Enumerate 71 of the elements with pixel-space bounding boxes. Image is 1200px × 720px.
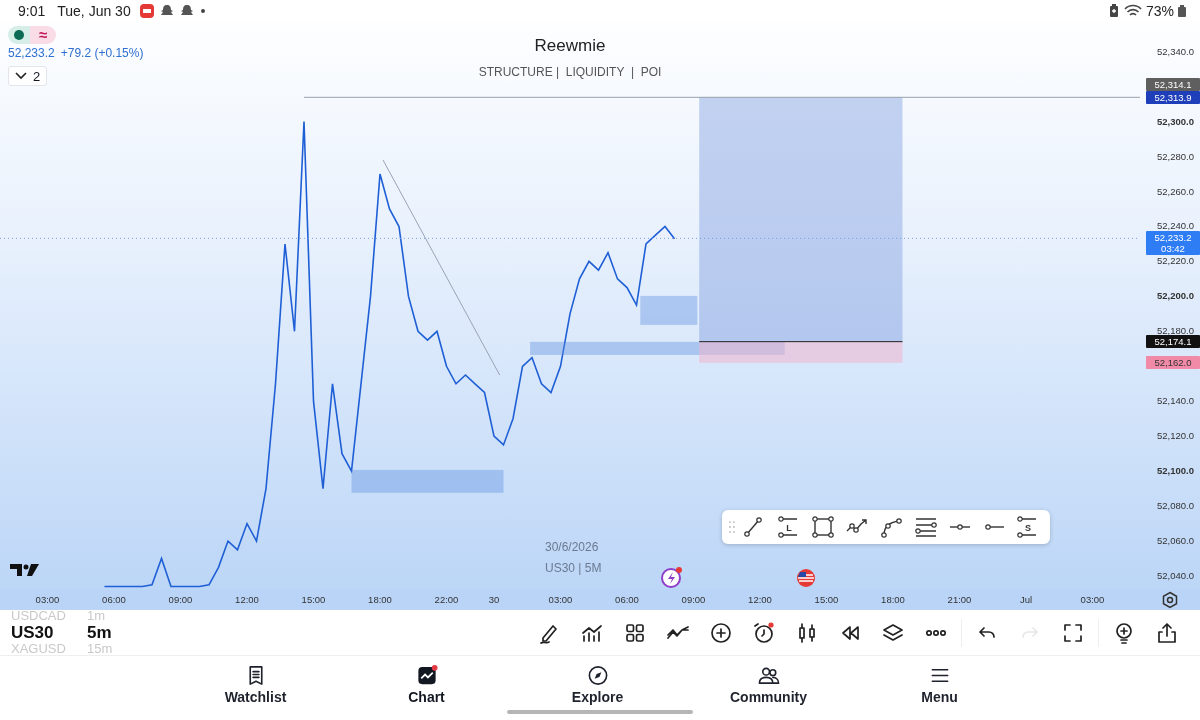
- nav-tab[interactable]: Menu: [854, 656, 1025, 706]
- time-tick: Jul: [1019, 594, 1033, 605]
- lightning-icon[interactable]: [659, 566, 682, 588]
- price-tick: 52,340.0: [1157, 45, 1194, 58]
- chart-date: 30/6/2026: [545, 540, 600, 554]
- zone-rectangle: [640, 295, 698, 325]
- price-tick: 52,220.0: [1157, 255, 1194, 268]
- flag-icon[interactable]: [794, 566, 817, 588]
- battery-icon: [1178, 5, 1186, 17]
- status-time: 9:01: [18, 3, 46, 19]
- time-tick: 03:00: [35, 594, 60, 605]
- price-tick: 52,260.0: [1157, 185, 1194, 198]
- price-label: 52,233.2 03:42: [1146, 231, 1200, 256]
- price-label: 52,174.1: [1146, 335, 1200, 349]
- price-tick: 52,060.0: [1157, 535, 1194, 548]
- app-icon: [138, 3, 155, 19]
- time-tick: 12:00: [748, 594, 772, 605]
- time-tick: 03:00: [548, 594, 573, 605]
- time-tick: 30: [488, 594, 500, 605]
- curve-tool-icon: [879, 515, 904, 539]
- logo-icon: [10, 562, 40, 578]
- chart-subtitle: STRUCTURE | LIQUIDITY | POI: [478, 65, 662, 79]
- price-tick: 52,280.0: [1157, 150, 1194, 163]
- time-tick: 09:00: [168, 594, 193, 605]
- time-tick: 15:00: [301, 594, 326, 605]
- time-tick: 15:00: [814, 594, 839, 605]
- price-tick: 52,180.0: [1157, 325, 1194, 338]
- nav-tab[interactable]: Community: [683, 656, 854, 706]
- symbol-name: US30: [11, 623, 55, 642]
- nav-tab[interactable]: Chart: [341, 656, 512, 706]
- nav-tab[interactable]: Explore: [512, 656, 683, 706]
- time-tick: 18:00: [881, 594, 905, 605]
- time-tick: 18:00: [368, 594, 392, 605]
- price-tick: 52,140.0: [1157, 395, 1194, 408]
- chart-title: Reewmie: [534, 36, 606, 56]
- ray-tool-icon: [983, 524, 1006, 530]
- price-label: 52,314.1: [1146, 77, 1200, 91]
- chevron-icon: [15, 72, 27, 80]
- settings-icon[interactable]: [1161, 591, 1179, 609]
- last-price: 52,233.2: [8, 46, 55, 60]
- wifi-icon: [1123, 4, 1142, 18]
- time-tick: 22:00: [434, 594, 459, 605]
- price-tick: 52,240.0: [1157, 220, 1194, 233]
- time-tick: 12:00: [235, 594, 259, 605]
- time-tick: 06:00: [102, 594, 126, 605]
- wave-glyph: ≈: [37, 26, 49, 44]
- time-tick: 03:00: [1080, 594, 1105, 605]
- price-tick: 52,120.0: [1157, 430, 1194, 443]
- battery-saver-icon: [1107, 4, 1120, 18]
- battery-percent: 73%: [1145, 3, 1174, 19]
- price-change: +79.2 (+0.15%): [60, 46, 144, 60]
- collapse-button[interactable]: 2: [8, 66, 48, 86]
- price-tick: 52,100.0: [1157, 465, 1194, 478]
- price-label: 52,162.0: [1146, 356, 1200, 370]
- rect-tool-icon: [810, 515, 835, 539]
- time-tick: 06:00: [615, 594, 639, 605]
- dot-icon: [198, 7, 207, 15]
- price-tick: 52,040.0: [1157, 570, 1194, 582]
- time-tick: 21:00: [947, 594, 972, 605]
- price-tick: 52,300.0: [1157, 115, 1194, 128]
- time-tick: 09:00: [681, 594, 706, 605]
- status-date: Tue, Jun 30: [57, 3, 131, 19]
- status-dot-icon: [14, 30, 24, 40]
- nav-tab[interactable]: Watchlist: [170, 656, 341, 706]
- parallel-tool-icon: [913, 515, 938, 539]
- hline-tool-icon: [948, 524, 971, 530]
- interval-label: 5m: [87, 623, 112, 642]
- drag-handle-icon[interactable]: [728, 520, 736, 534]
- price-tick: 52,200.0: [1157, 290, 1194, 303]
- price-tick: 52,080.0: [1157, 500, 1194, 513]
- chart-symbol: US30 | 5M: [545, 561, 602, 575]
